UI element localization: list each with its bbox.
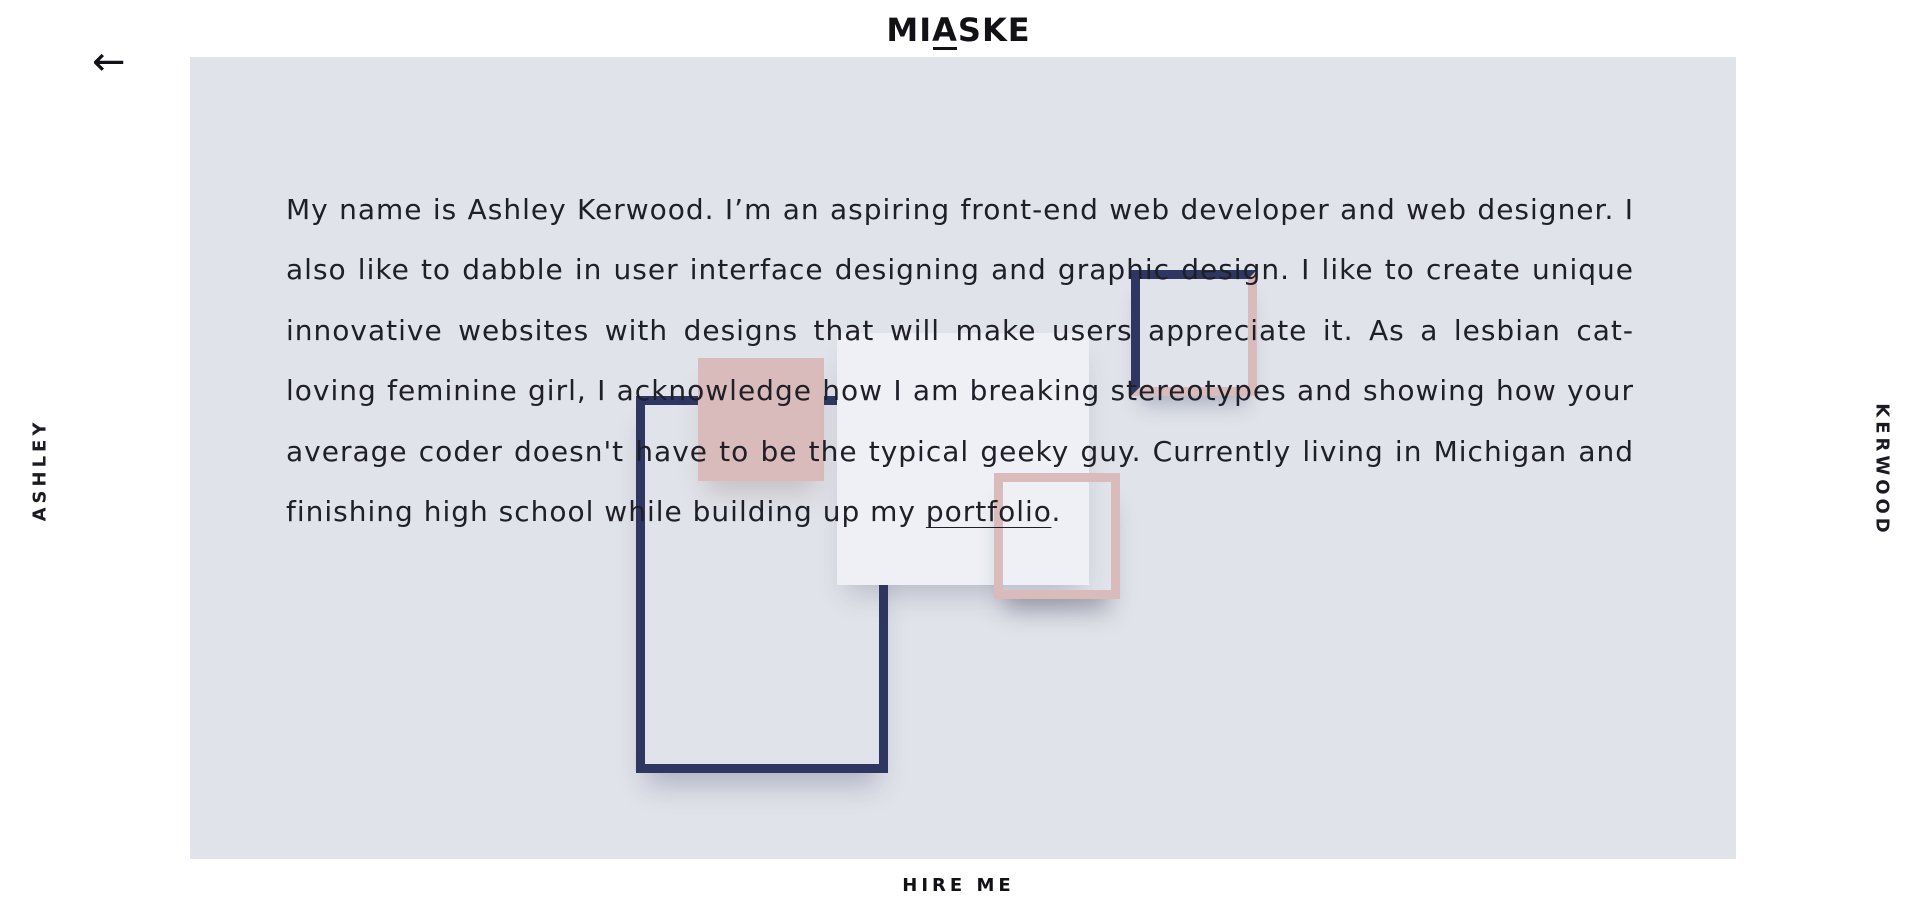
hire-me-link[interactable]: HIRE ME [0, 874, 1917, 898]
portfolio-link[interactable]: portfolio [926, 495, 1052, 528]
about-page: MIASKE ← ASHLEY KERWOOD My name is Ashle… [0, 0, 1917, 911]
bio-text: My name is Ashley Kerwood. I’m an aspiri… [286, 193, 1634, 529]
logo-mark: A [932, 11, 958, 50]
about-panel: My name is Ashley Kerwood. I’m an aspiri… [190, 57, 1736, 859]
logo-suffix: SKE [957, 11, 1031, 49]
site-logo[interactable]: MIASKE [0, 11, 1917, 50]
bio-text-end: . [1051, 495, 1062, 529]
first-name-label: ASHLEY [29, 418, 51, 522]
arrow-left-icon[interactable]: ← [92, 42, 126, 82]
logo-prefix: MI [886, 11, 933, 49]
last-name-label: KERWOOD [1871, 403, 1893, 537]
bio-paragraph: My name is Ashley Kerwood. I’m an aspiri… [286, 180, 1634, 542]
